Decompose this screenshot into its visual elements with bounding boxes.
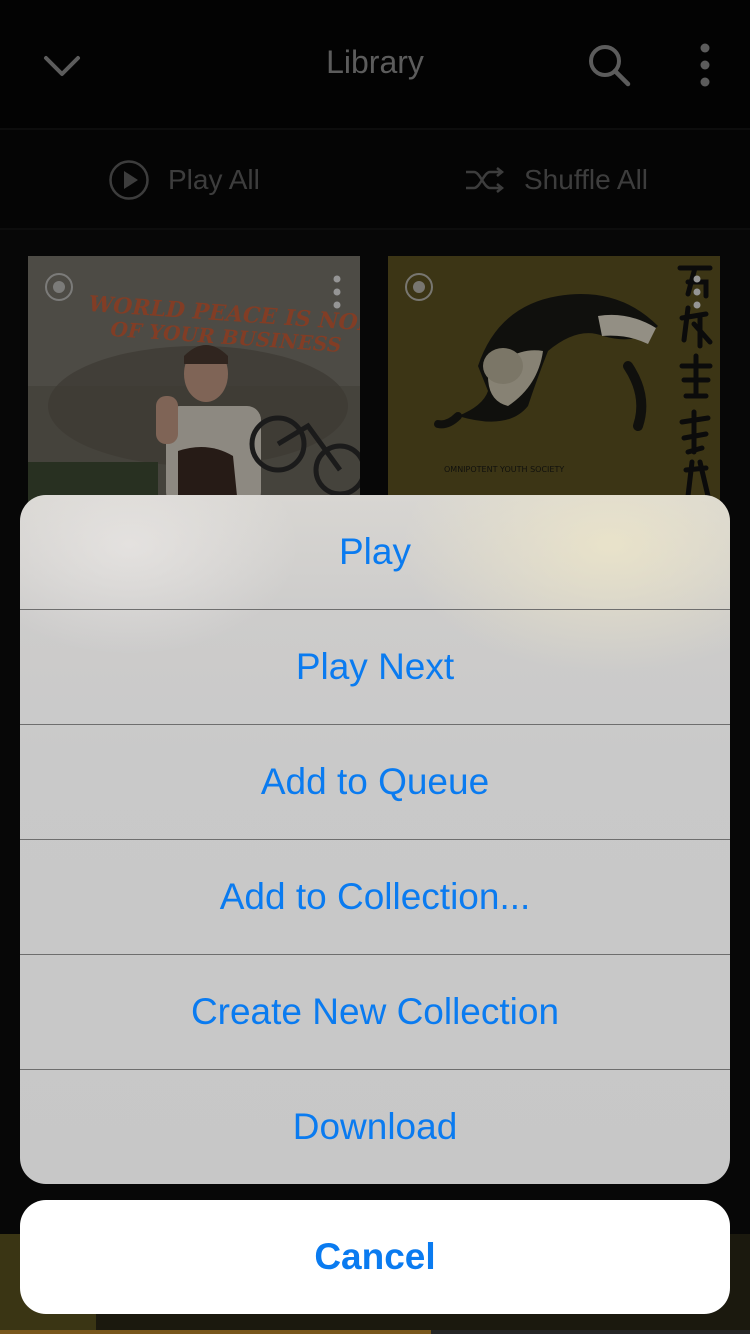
- action-sheet: Play Play Next Add to Queue Add to Colle…: [20, 495, 730, 1184]
- action-add-to-collection[interactable]: Add to Collection...: [20, 839, 730, 953]
- action-play-next[interactable]: Play Next: [20, 609, 730, 723]
- action-create-new-collection[interactable]: Create New Collection: [20, 954, 730, 1068]
- library-screen: Library Play All Shuffle All WORLD PEACE…: [0, 0, 750, 1334]
- action-play[interactable]: Play: [20, 495, 730, 609]
- action-download[interactable]: Download: [20, 1069, 730, 1183]
- action-add-to-queue[interactable]: Add to Queue: [20, 724, 730, 838]
- cancel-button[interactable]: Cancel: [20, 1200, 730, 1314]
